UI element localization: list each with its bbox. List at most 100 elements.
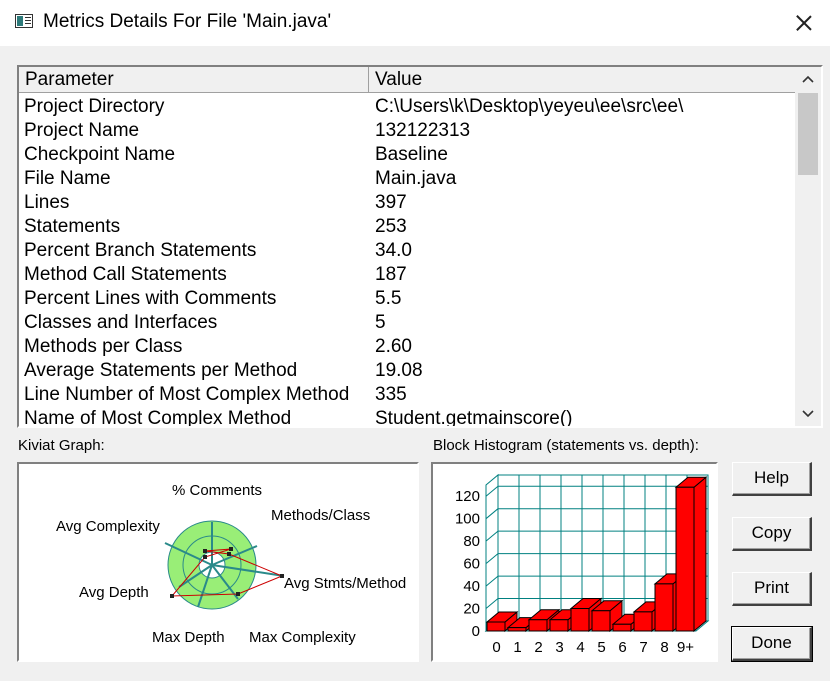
kiviat-axis-label: Max Complexity xyxy=(249,629,356,646)
scroll-up-button[interactable] xyxy=(795,67,821,91)
histogram-y-tick-label: 0 xyxy=(472,623,480,640)
histogram-bar xyxy=(674,476,708,633)
histogram-svg: 0204060801001200 1 2 3 4 5 6 7 8 9+ xyxy=(455,473,710,656)
scroll-down-button[interactable] xyxy=(795,402,821,426)
parameter-cell: Average Statements per Method xyxy=(24,360,298,381)
chevron-down-icon xyxy=(802,410,814,418)
histogram-y-tick-label: 60 xyxy=(463,556,480,573)
table-row[interactable]: File Name Main.java xyxy=(19,167,795,191)
table-row[interactable]: Method Call Statements 187 xyxy=(19,263,795,287)
table-row[interactable]: Name of Most Complex Method Student.getma… xyxy=(19,407,795,426)
value-cell: Student.getmainscore() xyxy=(375,408,573,426)
kiviat-axis-label: Avg Stmts/Method xyxy=(284,575,406,592)
table-row[interactable]: Lines 397 xyxy=(19,191,795,215)
histogram-x-tick-label: 7 xyxy=(639,639,647,656)
value-cell: 5 xyxy=(375,312,386,333)
histogram-x-tick-label: 0 xyxy=(492,639,500,656)
table-row[interactable]: Average Statements per Method 19.08 xyxy=(19,359,795,383)
kiviat-axis-label: Avg Complexity xyxy=(56,518,160,535)
value-cell: Main.java xyxy=(375,168,457,189)
kiviat-point xyxy=(280,574,284,578)
value-cell: 187 xyxy=(375,264,407,285)
table-body-area: Parameter Value Project Directory C:\User… xyxy=(19,67,795,426)
histogram-x-tick-label: 9+ xyxy=(677,639,694,656)
parameter-cell: Lines xyxy=(24,192,70,213)
parameter-cell: Method Call Statements xyxy=(24,264,227,285)
histogram-x-tick-label: 6 xyxy=(618,639,626,656)
histogram-label: Block Histogram (statements vs. depth): xyxy=(433,437,699,454)
histogram-y-tick-label: 80 xyxy=(463,533,480,550)
parameter-cell: Project Name xyxy=(24,120,140,141)
window-title: Metrics Details For File 'Main.java' xyxy=(43,11,332,32)
parameter-cell: Project Directory xyxy=(24,96,165,117)
block-histogram: 0 20 40 60 80 100 120 0 1 2 3 4 5 6 7 8 9+ xyxy=(431,462,718,662)
value-cell: 34.0 xyxy=(375,240,412,261)
print-button[interactable]: Print xyxy=(732,572,812,606)
title-bar: Metrics Details For File 'Main.java' xyxy=(0,0,830,46)
parameter-cell: Checkpoint Name xyxy=(24,144,176,165)
histogram-y-tick-label: 100 xyxy=(455,511,480,528)
kiviat-point xyxy=(170,594,174,598)
value-cell: 397 xyxy=(375,192,407,213)
table-row[interactable]: Percent Lines with Comments 5.5 xyxy=(19,287,795,311)
parameter-cell: Name of Most Complex Method xyxy=(24,408,292,426)
histogram-x-tick-label: 3 xyxy=(555,639,563,656)
parameter-cell: Classes and Interfaces xyxy=(24,312,218,333)
table-row[interactable]: Classes and Interfaces 5 xyxy=(19,311,795,335)
table-row[interactable]: Checkpoint Name Baseline xyxy=(19,143,795,167)
kiviat-axis-label: % Comments xyxy=(172,482,262,499)
histogram-x-tick-label: 4 xyxy=(576,639,584,656)
histogram-y-tick-label: 20 xyxy=(463,601,480,618)
value-cell: 132122313 xyxy=(375,120,471,141)
value-cell: 5.5 xyxy=(375,288,402,309)
chevron-up-icon xyxy=(802,75,814,83)
kiviat-point xyxy=(227,552,231,556)
kiviat-axis-label: Avg Depth xyxy=(79,584,149,601)
table-row[interactable]: Line Number of Most Complex Method 335 xyxy=(19,383,795,407)
vertical-scrollbar[interactable] xyxy=(795,67,821,426)
done-button[interactable]: Done xyxy=(731,626,813,662)
parameter-cell: Line Number of Most Complex Method xyxy=(24,384,350,405)
kiviat-axis-label: Methods/Class xyxy=(271,507,370,524)
histogram-y-tick-label: 40 xyxy=(463,578,480,595)
value-cell: 253 xyxy=(375,216,407,237)
kiviat-axis-label: Max Depth xyxy=(152,629,225,646)
table-row[interactable]: Project Directory C:\Users\k\Desktop\yeye… xyxy=(19,95,795,119)
table-header: Parameter Value xyxy=(19,67,795,93)
histogram-x-tick-label: 2 xyxy=(534,639,542,656)
histogram-y-tick-label: 120 xyxy=(455,488,480,505)
kiviat-point xyxy=(203,555,207,559)
kiviat-point xyxy=(236,592,240,596)
table-row[interactable]: Percent Branch Statements 34.0 xyxy=(19,239,795,263)
scroll-thumb[interactable] xyxy=(798,93,818,175)
kiviat-point xyxy=(203,549,207,553)
parameter-cell: Statements xyxy=(24,216,121,237)
kiviat-label: Kiviat Graph: xyxy=(18,437,105,454)
table-row[interactable]: Project Name 132122313 xyxy=(19,119,795,143)
metrics-table: Parameter Value Project Directory C:\User… xyxy=(17,65,823,428)
histogram-x-tick-label: 1 xyxy=(513,639,521,656)
value-cell: 335 xyxy=(375,384,407,405)
value-cell: C:\Users\k\Desktop\yeyeu\ee\src\ee\ xyxy=(375,96,684,117)
value-cell: 19.08 xyxy=(375,360,423,381)
kiviat-graph: % Comments Methods/Class Avg Stmts/Method M… xyxy=(17,462,419,662)
value-cell: Baseline xyxy=(375,144,448,165)
column-header-value[interactable]: Value xyxy=(369,67,795,92)
table-row[interactable]: Statements 253 xyxy=(19,215,795,239)
kiviat-svg: % Comments Methods/Class Avg Stmts/Method M… xyxy=(56,482,406,646)
histogram-x-tick-label: 5 xyxy=(597,639,605,656)
column-header-parameter[interactable]: Parameter xyxy=(19,67,369,92)
parameter-cell: Methods per Class xyxy=(24,336,183,357)
value-cell: 2.60 xyxy=(375,336,412,357)
parameter-cell: Percent Branch Statements xyxy=(24,240,257,261)
copy-button[interactable]: Copy xyxy=(732,517,812,551)
parameter-cell: Percent Lines with Comments xyxy=(24,288,277,309)
table-rows: Project Directory C:\Users\k\Desktop\yeye… xyxy=(19,95,795,426)
kiviat-point xyxy=(229,547,233,551)
close-button[interactable] xyxy=(786,5,822,41)
table-row[interactable]: Methods per Class 2.60 xyxy=(19,335,795,359)
histogram-x-tick-label: 8 xyxy=(660,639,668,656)
help-button[interactable]: Help xyxy=(732,462,812,496)
app-icon xyxy=(15,14,33,28)
parameter-cell: File Name xyxy=(24,168,111,189)
